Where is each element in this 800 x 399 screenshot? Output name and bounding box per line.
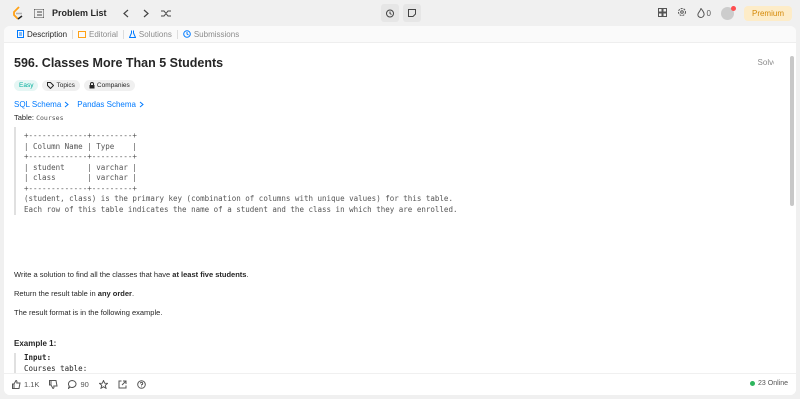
paragraph-task: Write a solution to find all the classes… (14, 270, 249, 279)
schema-code-block: +-------------+---------+ | Column Name … (14, 127, 774, 215)
share-button[interactable] (118, 380, 127, 389)
help-button[interactable] (136, 380, 146, 389)
alarm-clock-icon (386, 9, 394, 18)
comment-icon (68, 380, 77, 389)
example-title: Example 1: (14, 339, 57, 348)
question-circle-icon (136, 380, 146, 389)
dislike-button[interactable] (49, 380, 59, 389)
example-code-block: Input: Courses table: +---------+-------… (14, 353, 774, 373)
tab-submissions[interactable]: Submissions (178, 30, 244, 39)
notification-dot (730, 5, 736, 11)
example-text: Courses table: +---------+----------+ | … (24, 363, 88, 373)
tab-label: Description (27, 29, 68, 39)
fire-icon (696, 8, 705, 18)
description-panel: Description Editorial Solutions Submissi… (4, 26, 796, 395)
tag-icon (47, 82, 55, 89)
scrollbar[interactable] (790, 56, 794, 206)
paragraph-order: Return the result table in any order. (14, 289, 134, 298)
tag-row: Easy Topics Companies (14, 80, 135, 91)
paragraph-format: The result format is in the following ex… (14, 308, 163, 317)
tab-label: Editorial (89, 29, 118, 39)
paragraph-bold: any order (97, 289, 132, 298)
shuffle-icon[interactable] (159, 6, 173, 20)
streak-counter[interactable]: 0 (696, 8, 711, 18)
lock-icon (89, 82, 95, 89)
difficulty-badge: Easy (14, 80, 39, 91)
history-icon (183, 30, 191, 38)
problem-title: 596. Classes More Than 5 Students (14, 56, 224, 70)
premium-button[interactable]: Premium (743, 5, 792, 21)
schema-text: +-------------+---------+ | Column Name … (24, 131, 458, 214)
table-name: Courses (36, 114, 64, 122)
solved-status: Solved (758, 58, 774, 67)
tab-editorial[interactable]: Editorial (73, 30, 123, 39)
like-button[interactable]: 1.1K (12, 380, 39, 389)
table-label-text: Table: (14, 113, 35, 122)
paragraph-text: Write a solution to find all the classes… (14, 270, 173, 279)
thumbs-up-icon (12, 380, 21, 389)
gear-icon[interactable] (677, 7, 687, 19)
input-label: Input: (24, 353, 52, 362)
chevron-right-icon[interactable] (139, 6, 153, 20)
paragraph-text: . (246, 270, 249, 279)
favorite-button[interactable] (98, 380, 108, 389)
book-icon (78, 30, 87, 38)
share-icon (118, 380, 127, 389)
comments-button[interactable]: 90 (68, 380, 89, 389)
chevron-left-icon[interactable] (119, 6, 133, 20)
companies-label: Companies (96, 82, 130, 89)
streak-count: 0 (706, 8, 711, 18)
pandas-schema-label: Pandas Schema (77, 100, 136, 109)
companies-button[interactable]: Companies (83, 80, 135, 91)
problem-list-link[interactable]: Problem List (52, 8, 107, 18)
schema-links: SQL Schema Pandas Schema (14, 100, 144, 109)
thumbs-down-icon (49, 380, 59, 389)
sql-schema-link[interactable]: SQL Schema (14, 100, 70, 109)
solved-label: Solved (757, 58, 774, 67)
online-dot (750, 381, 756, 386)
flask-icon (128, 30, 136, 38)
tab-label: Solutions (138, 29, 172, 39)
tab-bar: Description Editorial Solutions Submissi… (4, 26, 796, 43)
problem-content: 596. Classes More Than 5 Students Solved… (14, 43, 774, 373)
tab-solutions[interactable]: Solutions (124, 30, 177, 39)
notes-button[interactable] (403, 4, 421, 22)
topics-button[interactable]: Topics (42, 80, 80, 91)
pandas-schema-link[interactable]: Pandas Schema (77, 100, 144, 109)
table-label: Table: Courses (14, 113, 64, 122)
top-bar: Problem List 0 Premium (0, 0, 800, 26)
paragraph-text: Return the result table in (14, 289, 98, 298)
list-icon[interactable] (32, 6, 46, 20)
timer-button[interactable] (381, 4, 399, 22)
like-count: 1.1K (24, 380, 40, 389)
avatar[interactable] (720, 5, 736, 20)
topics-label: Topics (56, 82, 75, 89)
leetcode-logo-icon[interactable] (11, 6, 25, 20)
paragraph-text: . (131, 289, 135, 298)
chevron-right-icon (139, 101, 144, 108)
layout-icon[interactable] (657, 7, 667, 19)
chevron-right-icon (64, 101, 70, 108)
sql-schema-label: SQL Schema (14, 100, 62, 109)
note-icon (408, 9, 416, 17)
document-icon (17, 30, 24, 38)
footer-bar: 1.1K 90 23 Online (4, 373, 796, 395)
online-count: 23 Online (758, 380, 788, 387)
paragraph-bold: at least five students (172, 270, 247, 279)
star-icon (98, 380, 108, 389)
tab-label: Submissions (193, 29, 240, 39)
comment-count: 90 (80, 380, 89, 389)
online-indicator: 23 Online (750, 380, 788, 387)
tab-description[interactable]: Description (12, 30, 72, 39)
